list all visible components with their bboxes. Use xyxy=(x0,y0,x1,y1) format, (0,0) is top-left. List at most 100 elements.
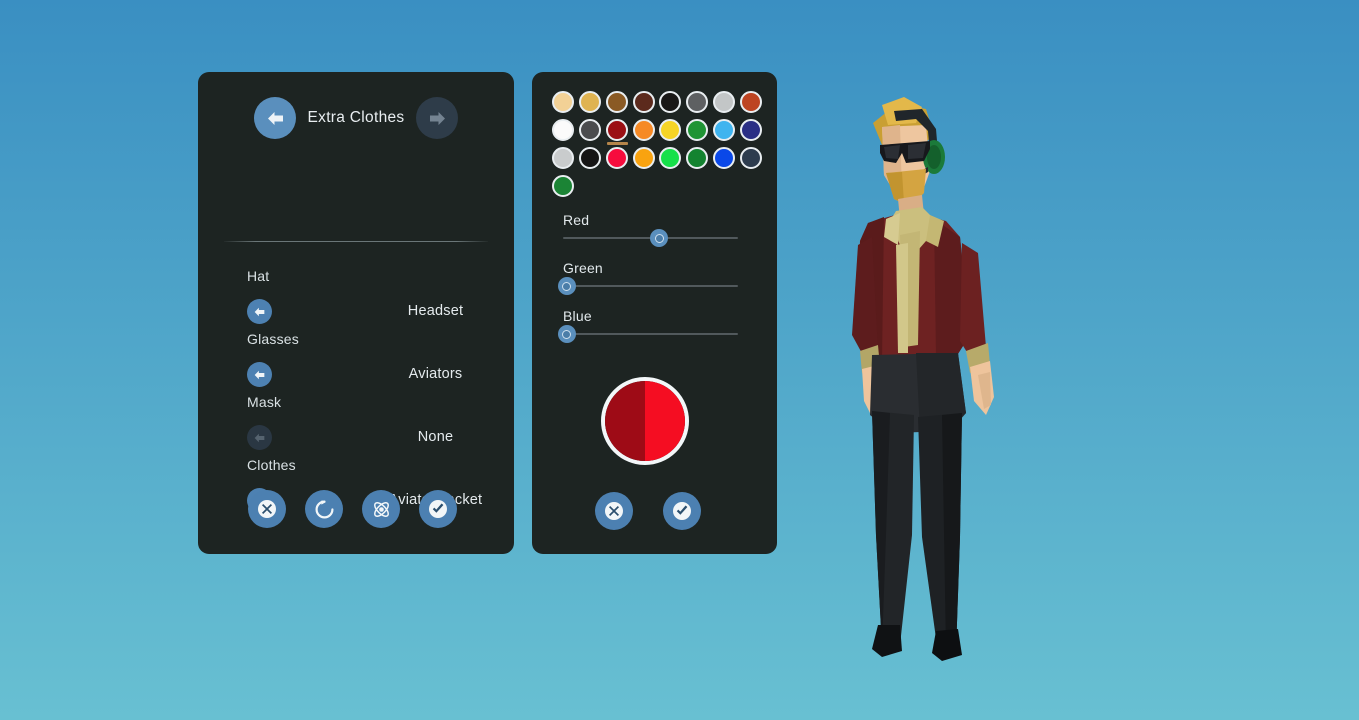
palette-swatch[interactable] xyxy=(657,88,684,116)
slider-green: Green xyxy=(557,260,745,295)
palette-swatch[interactable] xyxy=(711,144,738,172)
palette-swatch[interactable] xyxy=(630,116,657,144)
swatch-fill xyxy=(659,91,682,113)
swatch-fill xyxy=(739,147,762,169)
category-header: Extra Clothes xyxy=(198,72,514,164)
palette-swatch[interactable] xyxy=(737,144,764,172)
arrow-right-icon xyxy=(429,111,445,125)
color-preview xyxy=(601,377,689,465)
item-rows: Hat Headset Glasses Aviators Mask None Clothes… xyxy=(198,268,683,521)
palette-swatch[interactable] xyxy=(684,88,711,116)
palette-swatch[interactable] xyxy=(684,144,711,172)
swatch-fill xyxy=(632,119,655,141)
swatch-fill xyxy=(632,91,655,113)
palette-swatch[interactable] xyxy=(550,172,577,200)
item-prev-button[interactable] xyxy=(247,299,272,324)
item-row-controls: Aviators xyxy=(198,352,683,395)
item-row-controls: Headset xyxy=(198,289,683,332)
category-next-button[interactable] xyxy=(416,97,458,139)
circle-check-icon xyxy=(673,502,691,520)
category-prev-button[interactable] xyxy=(254,97,296,139)
swatch-fill xyxy=(739,119,762,141)
confirm-button[interactable] xyxy=(419,490,457,528)
swatch-fill xyxy=(712,91,735,113)
slider-label: Red xyxy=(563,212,590,228)
palette-swatch[interactable] xyxy=(711,88,738,116)
swatch-fill xyxy=(579,91,602,113)
item-row-glasses: Glasses Aviators xyxy=(198,331,683,395)
palette-swatch[interactable] xyxy=(604,88,631,116)
item-row-mask: Mask None xyxy=(198,394,683,458)
circle-check-icon xyxy=(429,500,447,518)
item-prev-button[interactable] xyxy=(247,425,272,450)
slider-knob[interactable] xyxy=(650,229,669,247)
swatch-fill xyxy=(552,119,575,141)
arrow-left-icon xyxy=(267,111,283,125)
palette-swatch[interactable] xyxy=(630,88,657,116)
rgb-sliders: Red Green Blue xyxy=(557,212,745,356)
swatch-fill xyxy=(686,147,709,169)
swatch-fill xyxy=(605,147,628,169)
palette-swatch[interactable] xyxy=(737,88,764,116)
character-model xyxy=(852,97,994,661)
item-prev-button[interactable] xyxy=(247,362,272,387)
slider-red: Red xyxy=(563,212,745,247)
item-row-label: Glasses xyxy=(247,331,299,347)
palette-swatch[interactable] xyxy=(550,116,577,144)
slider-track[interactable] xyxy=(557,325,738,343)
swatch-fill xyxy=(605,119,628,141)
swatch-fill xyxy=(659,119,682,141)
swatch-fill xyxy=(686,119,709,141)
palette-swatch[interactable] xyxy=(577,116,604,144)
palette-swatch[interactable] xyxy=(550,88,577,116)
slider-label: Blue xyxy=(563,308,592,324)
palette-swatch[interactable] xyxy=(577,144,604,172)
palette-swatch[interactable] xyxy=(604,116,631,145)
color-preview-old xyxy=(605,381,645,461)
circle-x-icon xyxy=(605,502,623,520)
category-title: Extra Clothes xyxy=(307,109,405,126)
header-divider xyxy=(224,241,488,242)
color-action-buttons xyxy=(595,492,701,530)
palette-swatch[interactable] xyxy=(657,116,684,144)
color-cancel-button[interactable] xyxy=(595,492,633,530)
character-preview[interactable] xyxy=(838,95,1068,665)
palette-swatch[interactable] xyxy=(737,116,764,144)
palette-swatch[interactable] xyxy=(711,116,738,144)
slider-label: Green xyxy=(563,260,603,276)
palette-swatch[interactable] xyxy=(604,144,631,172)
swatch-fill xyxy=(686,91,709,113)
palette-swatch[interactable] xyxy=(657,144,684,172)
item-row-label: Clothes xyxy=(247,457,296,473)
cancel-button[interactable] xyxy=(248,490,286,528)
palette-swatch[interactable] xyxy=(550,144,577,172)
item-row-hat: Hat Headset xyxy=(198,268,683,332)
slider-blue: Blue xyxy=(557,308,745,343)
reset-button[interactable] xyxy=(305,490,343,528)
color-palette xyxy=(550,88,764,200)
refresh-icon xyxy=(315,499,333,518)
arrow-left-icon xyxy=(254,307,265,316)
swatch-fill xyxy=(579,119,602,141)
palette-swatch[interactable] xyxy=(577,88,604,116)
item-row-controls: None xyxy=(198,415,683,458)
color-picker-panel: Red Green Blue xyxy=(532,72,777,554)
palette-swatch[interactable] xyxy=(630,144,657,172)
swatch-fill xyxy=(552,91,575,113)
swatch-fill xyxy=(712,119,735,141)
slider-track[interactable] xyxy=(557,277,738,295)
item-row-label: Hat xyxy=(247,268,270,284)
slider-track[interactable] xyxy=(563,229,738,247)
palette-swatch[interactable] xyxy=(684,116,711,144)
swatch-fill xyxy=(605,91,628,113)
slider-knob[interactable] xyxy=(557,277,576,295)
color-confirm-button[interactable] xyxy=(663,492,701,530)
arrow-left-icon xyxy=(254,433,265,442)
swatch-fill xyxy=(632,147,655,169)
panel-action-buttons xyxy=(248,490,457,528)
randomize-button[interactable] xyxy=(362,490,400,528)
slider-knob[interactable] xyxy=(557,325,576,343)
atom-icon xyxy=(373,501,389,517)
swatch-fill xyxy=(659,147,682,169)
swatch-fill xyxy=(712,147,735,169)
